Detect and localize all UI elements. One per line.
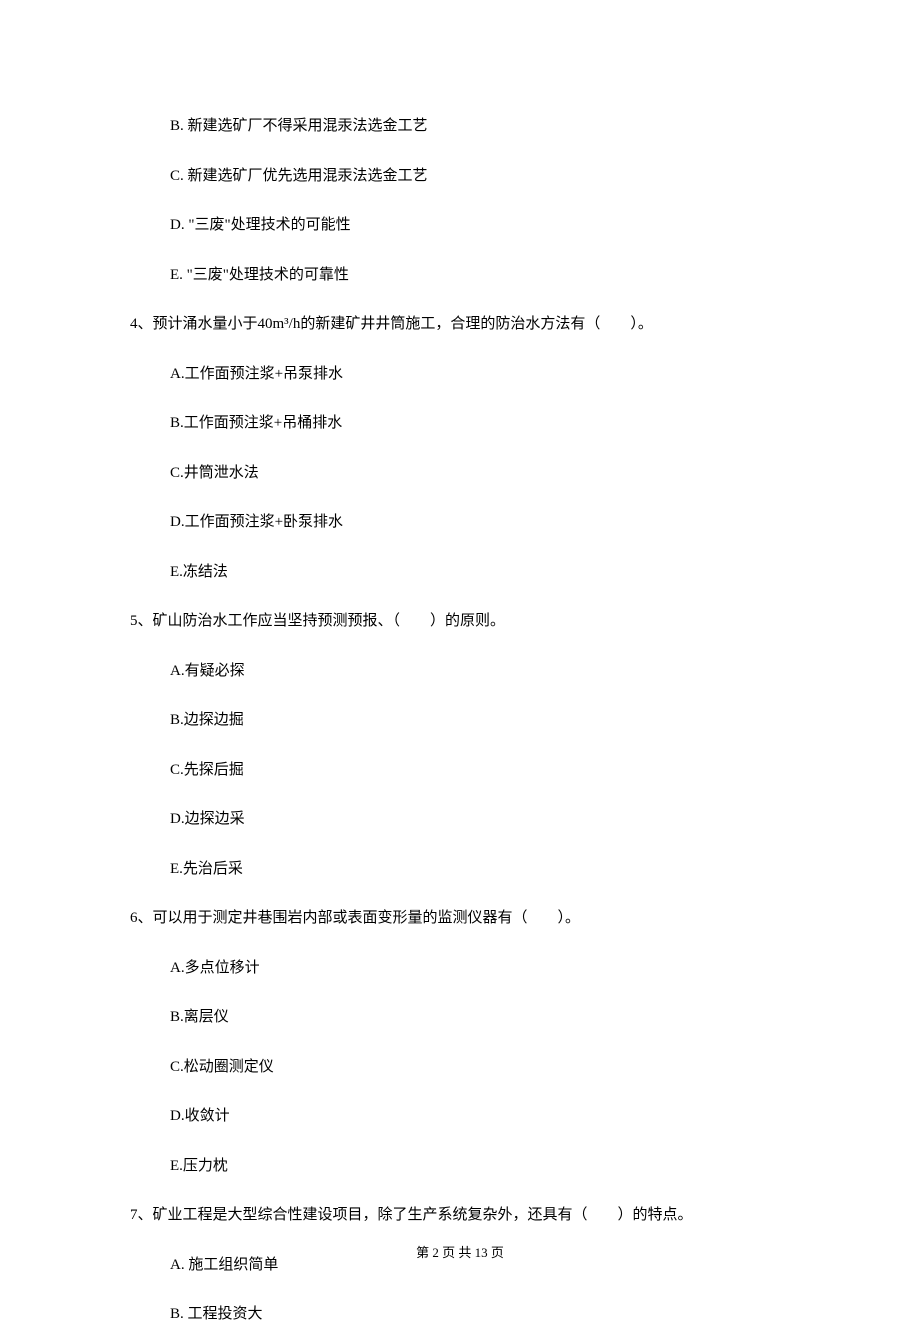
question-4-option-b: B.工作面预注浆+吊桶排水 <box>170 412 790 435</box>
question-4-option-d: D.工作面预注浆+卧泵排水 <box>170 511 790 534</box>
question-6-option-e: E.压力枕 <box>170 1155 790 1178</box>
question-4-option-e: E.冻结法 <box>170 561 790 584</box>
question-4-option-a: A.工作面预注浆+吊泵排水 <box>170 363 790 386</box>
question-5-option-e: E.先治后采 <box>170 858 790 881</box>
question-5-stem: 5、矿山防治水工作应当坚持预测预报、（ ）的原则。 <box>130 610 790 633</box>
question-6-option-a: A.多点位移计 <box>170 957 790 980</box>
question-4-option-c: C.井筒泄水法 <box>170 462 790 485</box>
prev-question-option-d: D. "三废"处理技术的可能性 <box>170 214 790 237</box>
question-6-stem: 6、可以用于测定井巷围岩内部或表面变形量的监测仪器有（ ）。 <box>130 907 790 930</box>
question-5-option-c: C.先探后掘 <box>170 759 790 782</box>
question-5-option-b: B.边探边掘 <box>170 709 790 732</box>
question-5-option-a: A.有疑必探 <box>170 660 790 683</box>
question-7-stem: 7、矿业工程是大型综合性建设项目，除了生产系统复杂外，还具有（ ）的特点。 <box>130 1204 790 1227</box>
page-footer: 第 2 页 共 13 页 <box>0 1243 920 1263</box>
question-6-option-d: D.收敛计 <box>170 1105 790 1128</box>
prev-question-option-b: B. 新建选矿厂不得采用混汞法选金工艺 <box>170 115 790 138</box>
question-6-option-b: B.离层仪 <box>170 1006 790 1029</box>
question-6-option-c: C.松动圈测定仪 <box>170 1056 790 1079</box>
question-4-stem: 4、预计涌水量小于40m³/h的新建矿井井筒施工，合理的防治水方法有（ ）。 <box>130 313 790 336</box>
question-7-option-b: B. 工程投资大 <box>170 1303 790 1326</box>
prev-question-option-e: E. "三废"处理技术的可靠性 <box>170 264 790 287</box>
question-5-option-d: D.边探边采 <box>170 808 790 831</box>
prev-question-option-c: C. 新建选矿厂优先选用混汞法选金工艺 <box>170 165 790 188</box>
